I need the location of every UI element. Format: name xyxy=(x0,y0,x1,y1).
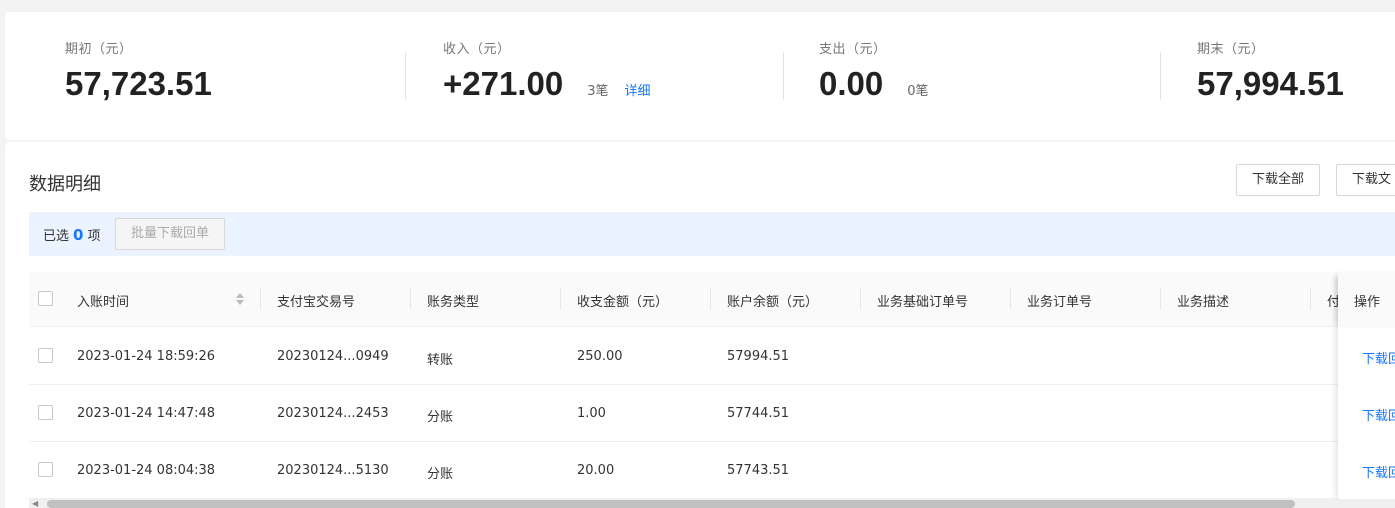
expense-label: 支出（元） xyxy=(819,42,887,57)
operations-header: 操作 xyxy=(1338,272,1395,327)
cell-balance: 57994.51 xyxy=(727,349,790,364)
column-separator xyxy=(1010,288,1011,310)
column-separator xyxy=(1310,288,1311,310)
detail-panel: 数据明细 下载全部 下载文 已选 0 项 批量下载回单 入账时间 支付宝交易号 账务… xyxy=(5,142,1395,508)
column-separator xyxy=(710,288,711,310)
section-title: 数据明细 xyxy=(29,174,101,195)
column-separator xyxy=(260,288,261,310)
summary-card: 期初（元） 57,723.51 收入（元） +271.00 3笔 详细 支出（元… xyxy=(5,12,1395,140)
download-receipt-link[interactable]: 下载回 xyxy=(1362,348,1395,367)
divider xyxy=(1160,52,1161,100)
closing-balance: 期末（元） 57,994.51 xyxy=(1197,38,1344,103)
header-trade-no: 支付宝交易号 xyxy=(277,295,356,310)
row-checkbox[interactable] xyxy=(38,405,53,420)
header-order: 业务订单号 xyxy=(1027,295,1093,310)
cell-type: 分账 xyxy=(427,467,454,482)
cell-trade-no: 20230124...0949 xyxy=(277,349,389,364)
divider xyxy=(783,52,784,100)
column-separator xyxy=(860,288,861,310)
batch-download-button[interactable]: 批量下载回单 xyxy=(115,218,226,250)
row-checkbox[interactable] xyxy=(38,462,53,477)
income-label: 收入（元） xyxy=(443,42,511,57)
selection-suffix: 项 xyxy=(87,229,101,244)
scroll-left-icon[interactable]: ◀ xyxy=(32,500,38,508)
income-stat: 收入（元） +271.00 3笔 详细 xyxy=(443,38,651,103)
selection-bar: 已选 0 项 批量下载回单 xyxy=(29,212,1395,256)
download-receipt-link[interactable]: 下载回 xyxy=(1362,462,1395,481)
table-row: 2023-01-24 08:04:38 20230124...5130 分账 2… xyxy=(29,442,1395,499)
header-amount: 收支金额（元） xyxy=(577,295,669,310)
opening-balance: 期初（元） 57,723.51 xyxy=(65,38,212,103)
closing-value: 57,994.51 xyxy=(1197,65,1344,102)
column-separator xyxy=(1160,288,1161,310)
income-value: +271.00 xyxy=(443,65,564,102)
horizontal-scrollbar[interactable]: ◀ xyxy=(29,499,1395,508)
opening-label: 期初（元） xyxy=(65,42,133,57)
expense-stat: 支出（元） 0.00 0笔 xyxy=(819,38,929,103)
header-base-order: 业务基础订单号 xyxy=(877,295,969,310)
closing-label: 期末（元） xyxy=(1197,42,1265,57)
cell-balance: 57743.51 xyxy=(727,463,790,478)
select-all-checkbox[interactable] xyxy=(38,291,53,306)
download-all-button[interactable]: 下载全部 xyxy=(1236,164,1321,196)
cell-trade-no: 20230124...5130 xyxy=(277,463,389,478)
column-separator xyxy=(560,288,561,310)
column-separator xyxy=(410,288,411,310)
table-row: 2023-01-24 18:59:26 20230124...0949 转账 2… xyxy=(29,328,1395,385)
selection-prefix: 已选 xyxy=(43,229,70,244)
cell-trade-no: 20230124...2453 xyxy=(277,406,389,421)
income-count: 3笔 xyxy=(587,84,609,99)
selection-count: 0 xyxy=(73,226,84,244)
header-balance: 账户余额（元） xyxy=(727,295,819,310)
income-detail-link[interactable]: 详细 xyxy=(625,80,651,99)
selection-text: 已选 0 项 xyxy=(43,225,100,244)
scrollbar-thumb[interactable] xyxy=(47,500,1295,508)
table-header: 入账时间 支付宝交易号 账务类型 收支金额（元） 账户余额（元） 业务基础订单号… xyxy=(29,272,1395,327)
cell-balance: 57744.51 xyxy=(727,406,790,421)
download-file-button[interactable]: 下载文 xyxy=(1336,164,1395,196)
cell-amount: 250.00 xyxy=(577,349,623,364)
header-time[interactable]: 入账时间 xyxy=(77,291,129,310)
opening-value: 57,723.51 xyxy=(65,65,212,102)
header-desc: 业务描述 xyxy=(1177,295,1230,310)
cell-type: 转账 xyxy=(427,353,454,368)
download-receipt-link[interactable]: 下载回 xyxy=(1362,405,1395,424)
cell-time: 2023-01-24 18:59:26 xyxy=(77,349,216,364)
header-op: 操作 xyxy=(1354,295,1381,310)
table-row: 2023-01-24 14:47:48 20230124...2453 分账 1… xyxy=(29,385,1395,442)
divider xyxy=(405,52,406,100)
cell-time: 2023-01-24 08:04:38 xyxy=(77,463,216,478)
cell-time: 2023-01-24 14:47:48 xyxy=(77,406,216,421)
sort-icon[interactable] xyxy=(235,291,245,307)
expense-count: 0笔 xyxy=(907,84,929,99)
cell-amount: 20.00 xyxy=(577,463,615,478)
row-checkbox[interactable] xyxy=(38,348,53,363)
cell-amount: 1.00 xyxy=(577,406,606,421)
cell-type: 分账 xyxy=(427,410,454,425)
header-type: 账务类型 xyxy=(427,295,480,310)
expense-value: 0.00 xyxy=(819,65,884,102)
